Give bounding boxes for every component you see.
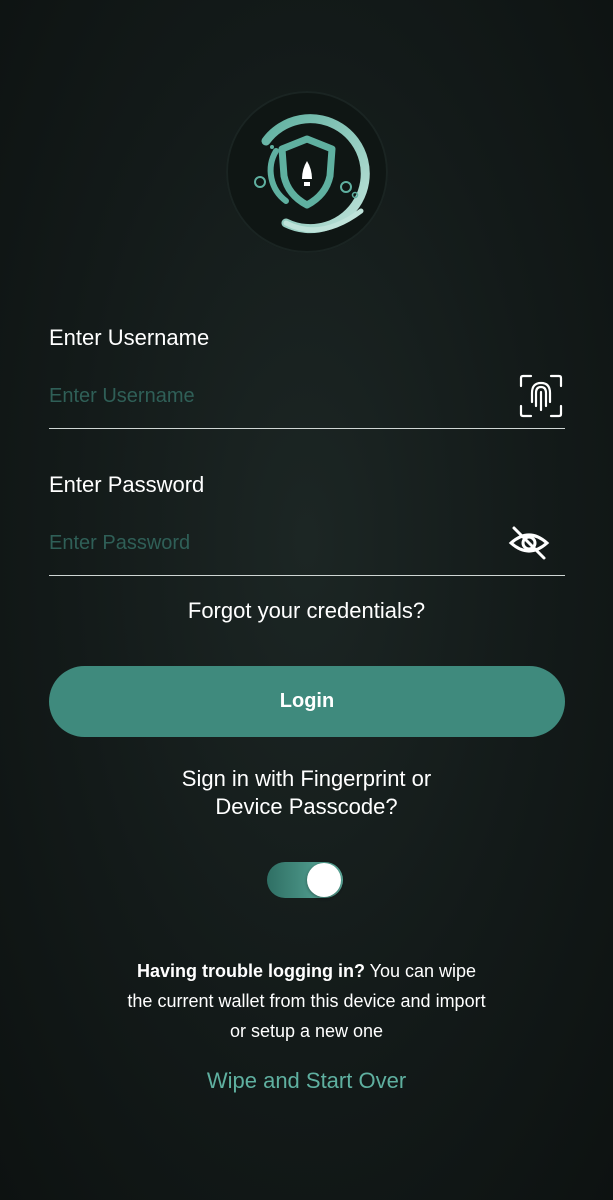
trouble-line-1: You can wipe xyxy=(364,961,477,981)
trouble-line-3: or setup a new one xyxy=(229,1021,384,1041)
shield-rocket-logo-icon xyxy=(254,114,370,234)
toggle-knob xyxy=(307,863,341,897)
trouble-line-2: the current wallet from this device and … xyxy=(127,991,486,1011)
wipe-and-start-over-link[interactable]: Wipe and Start Over xyxy=(0,1068,613,1094)
biometric-signin-text: Sign in with Fingerprint or Device Passc… xyxy=(0,765,613,821)
login-button[interactable]: Login xyxy=(49,666,565,737)
trouble-text: Having trouble logging in? You can wipe … xyxy=(0,956,613,1046)
biometric-line-2: Device Passcode? xyxy=(215,794,398,819)
password-field xyxy=(49,515,565,576)
forgot-credentials-link[interactable]: Forgot your credentials? xyxy=(0,598,613,624)
username-input[interactable] xyxy=(49,378,489,414)
username-label: Enter Username xyxy=(49,325,210,350)
password-input[interactable] xyxy=(49,525,489,561)
username-field xyxy=(49,368,565,429)
biometric-toggle[interactable] xyxy=(267,862,343,898)
eye-off-icon[interactable] xyxy=(505,519,553,567)
app-logo xyxy=(226,91,388,253)
trouble-bold: Having trouble logging in? xyxy=(136,961,365,981)
fingerprint-icon[interactable] xyxy=(517,372,565,420)
biometric-line-1: Sign in with Fingerprint or xyxy=(181,766,432,791)
password-label: Enter Password xyxy=(49,472,205,497)
